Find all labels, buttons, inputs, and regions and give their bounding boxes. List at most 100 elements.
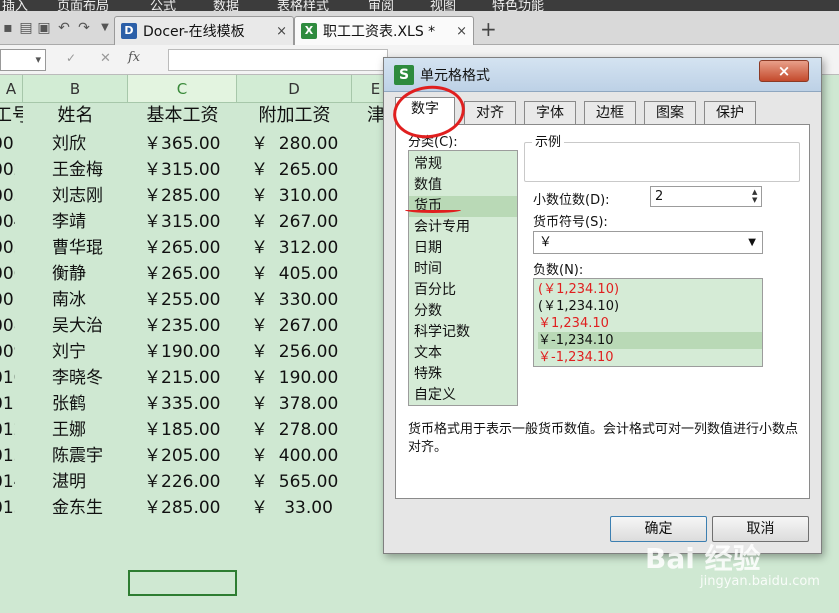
tab-protection[interactable]: 保护 (704, 101, 756, 124)
table-cell[interactable]: ￥185.00 (128, 417, 237, 443)
table-cell[interactable]: ￥ 378.00 (237, 391, 352, 417)
currency-symbol-select[interactable]: ￥ ▼ (533, 231, 763, 254)
header-cell[interactable]: 基本工资 (128, 103, 237, 129)
table-cell[interactable]: 008 (0, 313, 15, 339)
table-cell[interactable]: 衡静 (23, 261, 128, 287)
table-cell[interactable]: ￥190.00 (128, 339, 237, 365)
selected-cell[interactable] (128, 570, 237, 596)
negative-format-item[interactable]: (￥1,234.10) (538, 281, 762, 298)
table-cell[interactable]: 王金梅 (23, 157, 128, 183)
print-preview-icon[interactable]: ▣ (36, 20, 52, 36)
table-cell[interactable]: 吴大治 (23, 313, 128, 339)
table-cell[interactable]: ￥ 405.00 (237, 261, 352, 287)
table-cell[interactable]: ￥215.00 (128, 365, 237, 391)
table-cell[interactable]: ￥285.00 (128, 495, 237, 521)
table-cell[interactable]: ￥ 278.00 (237, 417, 352, 443)
table-cell[interactable]: 002 (0, 157, 15, 183)
tab-patterns[interactable]: 图案 (644, 101, 696, 124)
header-cell[interactable]: 工号 (0, 103, 23, 129)
table-cell[interactable]: ￥365.00 (128, 131, 237, 157)
table-cell[interactable]: 005 (0, 235, 15, 261)
category-item[interactable]: 自定义 (409, 385, 517, 406)
table-cell[interactable]: ￥ 190.00 (237, 365, 352, 391)
table-cell[interactable]: ￥ 565.00 (237, 469, 352, 495)
table-cell[interactable]: 刘欣 (23, 131, 128, 157)
table-cell[interactable]: ￥255.00 (128, 287, 237, 313)
menu-special[interactable]: 特色功能 (492, 0, 544, 11)
close-icon[interactable]: × (276, 24, 287, 39)
category-item[interactable]: 文本 (409, 343, 517, 364)
table-cell[interactable]: 012 (0, 417, 15, 443)
table-cell[interactable]: 013 (0, 443, 15, 469)
table-cell[interactable]: 010 (0, 365, 15, 391)
table-cell[interactable]: ￥265.00 (128, 261, 237, 287)
quick-access-dropdown-icon[interactable]: ▼ (97, 20, 113, 36)
decimal-places-input[interactable]: 2 (650, 186, 762, 207)
table-cell[interactable]: 007 (0, 287, 15, 313)
print-icon[interactable]: ▤ (18, 20, 34, 36)
table-cell[interactable]: 015 (0, 495, 15, 521)
check-icon[interactable]: ✓ (66, 51, 76, 65)
negative-format-item[interactable]: ￥-1,234.10 (538, 332, 762, 349)
category-item[interactable]: 百分比 (409, 280, 517, 301)
table-cell[interactable]: 湛明 (23, 469, 128, 495)
menu-view[interactable]: 视图 (430, 0, 456, 11)
formula-input[interactable] (168, 49, 388, 71)
table-cell[interactable]: 004 (0, 209, 15, 235)
table-cell[interactable]: ￥ 310.00 (237, 183, 352, 209)
table-cell[interactable]: 李靖 (23, 209, 128, 235)
table-cell[interactable]: ￥ 330.00 (237, 287, 352, 313)
table-cell[interactable]: ￥ 400.00 (237, 443, 352, 469)
category-item[interactable]: 特殊 (409, 364, 517, 385)
table-cell[interactable]: ￥235.00 (128, 313, 237, 339)
category-item[interactable]: 分数 (409, 301, 517, 322)
cancel-icon[interactable]: ✕ (100, 51, 111, 66)
table-cell[interactable]: ￥226.00 (128, 469, 237, 495)
table-cell[interactable]: 张鹤 (23, 391, 128, 417)
table-cell[interactable]: ￥ 267.00 (237, 313, 352, 339)
category-item[interactable]: 会计专用 (409, 217, 517, 238)
table-cell[interactable]: ￥315.00 (128, 157, 237, 183)
table-cell[interactable]: ￥265.00 (128, 235, 237, 261)
column-header-b[interactable]: B (23, 75, 128, 103)
tab-docer[interactable]: D Docer-在线模板 × (114, 16, 294, 45)
table-cell[interactable]: 南冰 (23, 287, 128, 313)
table-cell[interactable]: 011 (0, 391, 15, 417)
fx-icon[interactable]: fx (128, 50, 140, 65)
menu-table-style[interactable]: 表格样式 (277, 0, 329, 11)
table-cell[interactable]: ￥335.00 (128, 391, 237, 417)
table-cell[interactable]: 009 (0, 339, 15, 365)
header-cell[interactable]: 姓名 (23, 103, 128, 129)
menu-data[interactable]: 数据 (213, 0, 239, 11)
category-item[interactable]: 日期 (409, 238, 517, 259)
table-cell[interactable]: 王娜 (23, 417, 128, 443)
table-cell[interactable]: ￥ 265.00 (237, 157, 352, 183)
tab-border[interactable]: 边框 (584, 101, 636, 124)
dialog-close-button[interactable]: × (759, 60, 809, 82)
table-cell[interactable]: 刘宁 (23, 339, 128, 365)
negative-format-item[interactable]: ￥1,234.10 (538, 315, 762, 332)
table-cell[interactable]: 014 (0, 469, 15, 495)
table-cell[interactable]: ￥205.00 (128, 443, 237, 469)
table-cell[interactable]: ￥ 267.00 (237, 209, 352, 235)
negative-format-item[interactable]: ￥-1,234.10 (538, 349, 762, 366)
tab-workbook[interactable]: X 职工工资表.XLS * × (294, 16, 474, 45)
table-cell[interactable]: 006 (0, 261, 15, 287)
table-cell[interactable]: ￥ 280.00 (237, 131, 352, 157)
table-cell[interactable]: ￥ 256.00 (237, 339, 352, 365)
column-header-c[interactable]: C (128, 75, 237, 103)
table-cell[interactable]: 曹华琨 (23, 235, 128, 261)
table-cell[interactable]: 陈震宇 (23, 443, 128, 469)
spinner-icon[interactable]: ▲ ▼ (752, 188, 757, 204)
table-cell[interactable]: 003 (0, 183, 15, 209)
negative-numbers-list[interactable]: (￥1,234.10) (￥1,234.10) ￥1,234.10 ￥-1,234.1… (533, 278, 763, 367)
table-cell[interactable]: 金东生 (23, 495, 128, 521)
table-cell[interactable]: 刘志刚 (23, 183, 128, 209)
header-cell[interactable]: 附加工资 (237, 103, 352, 129)
column-header-d[interactable]: D (237, 75, 352, 103)
table-cell[interactable]: ￥285.00 (128, 183, 237, 209)
category-list[interactable]: 常规 数值 货币 会计专用 日期 时间 百分比 分数 科学记数 文本 特殊 自定义 (408, 150, 518, 406)
category-item[interactable]: 科学记数 (409, 322, 517, 343)
name-box[interactable]: ▾ (0, 49, 46, 71)
menu-insert[interactable]: 插入 (2, 0, 28, 11)
